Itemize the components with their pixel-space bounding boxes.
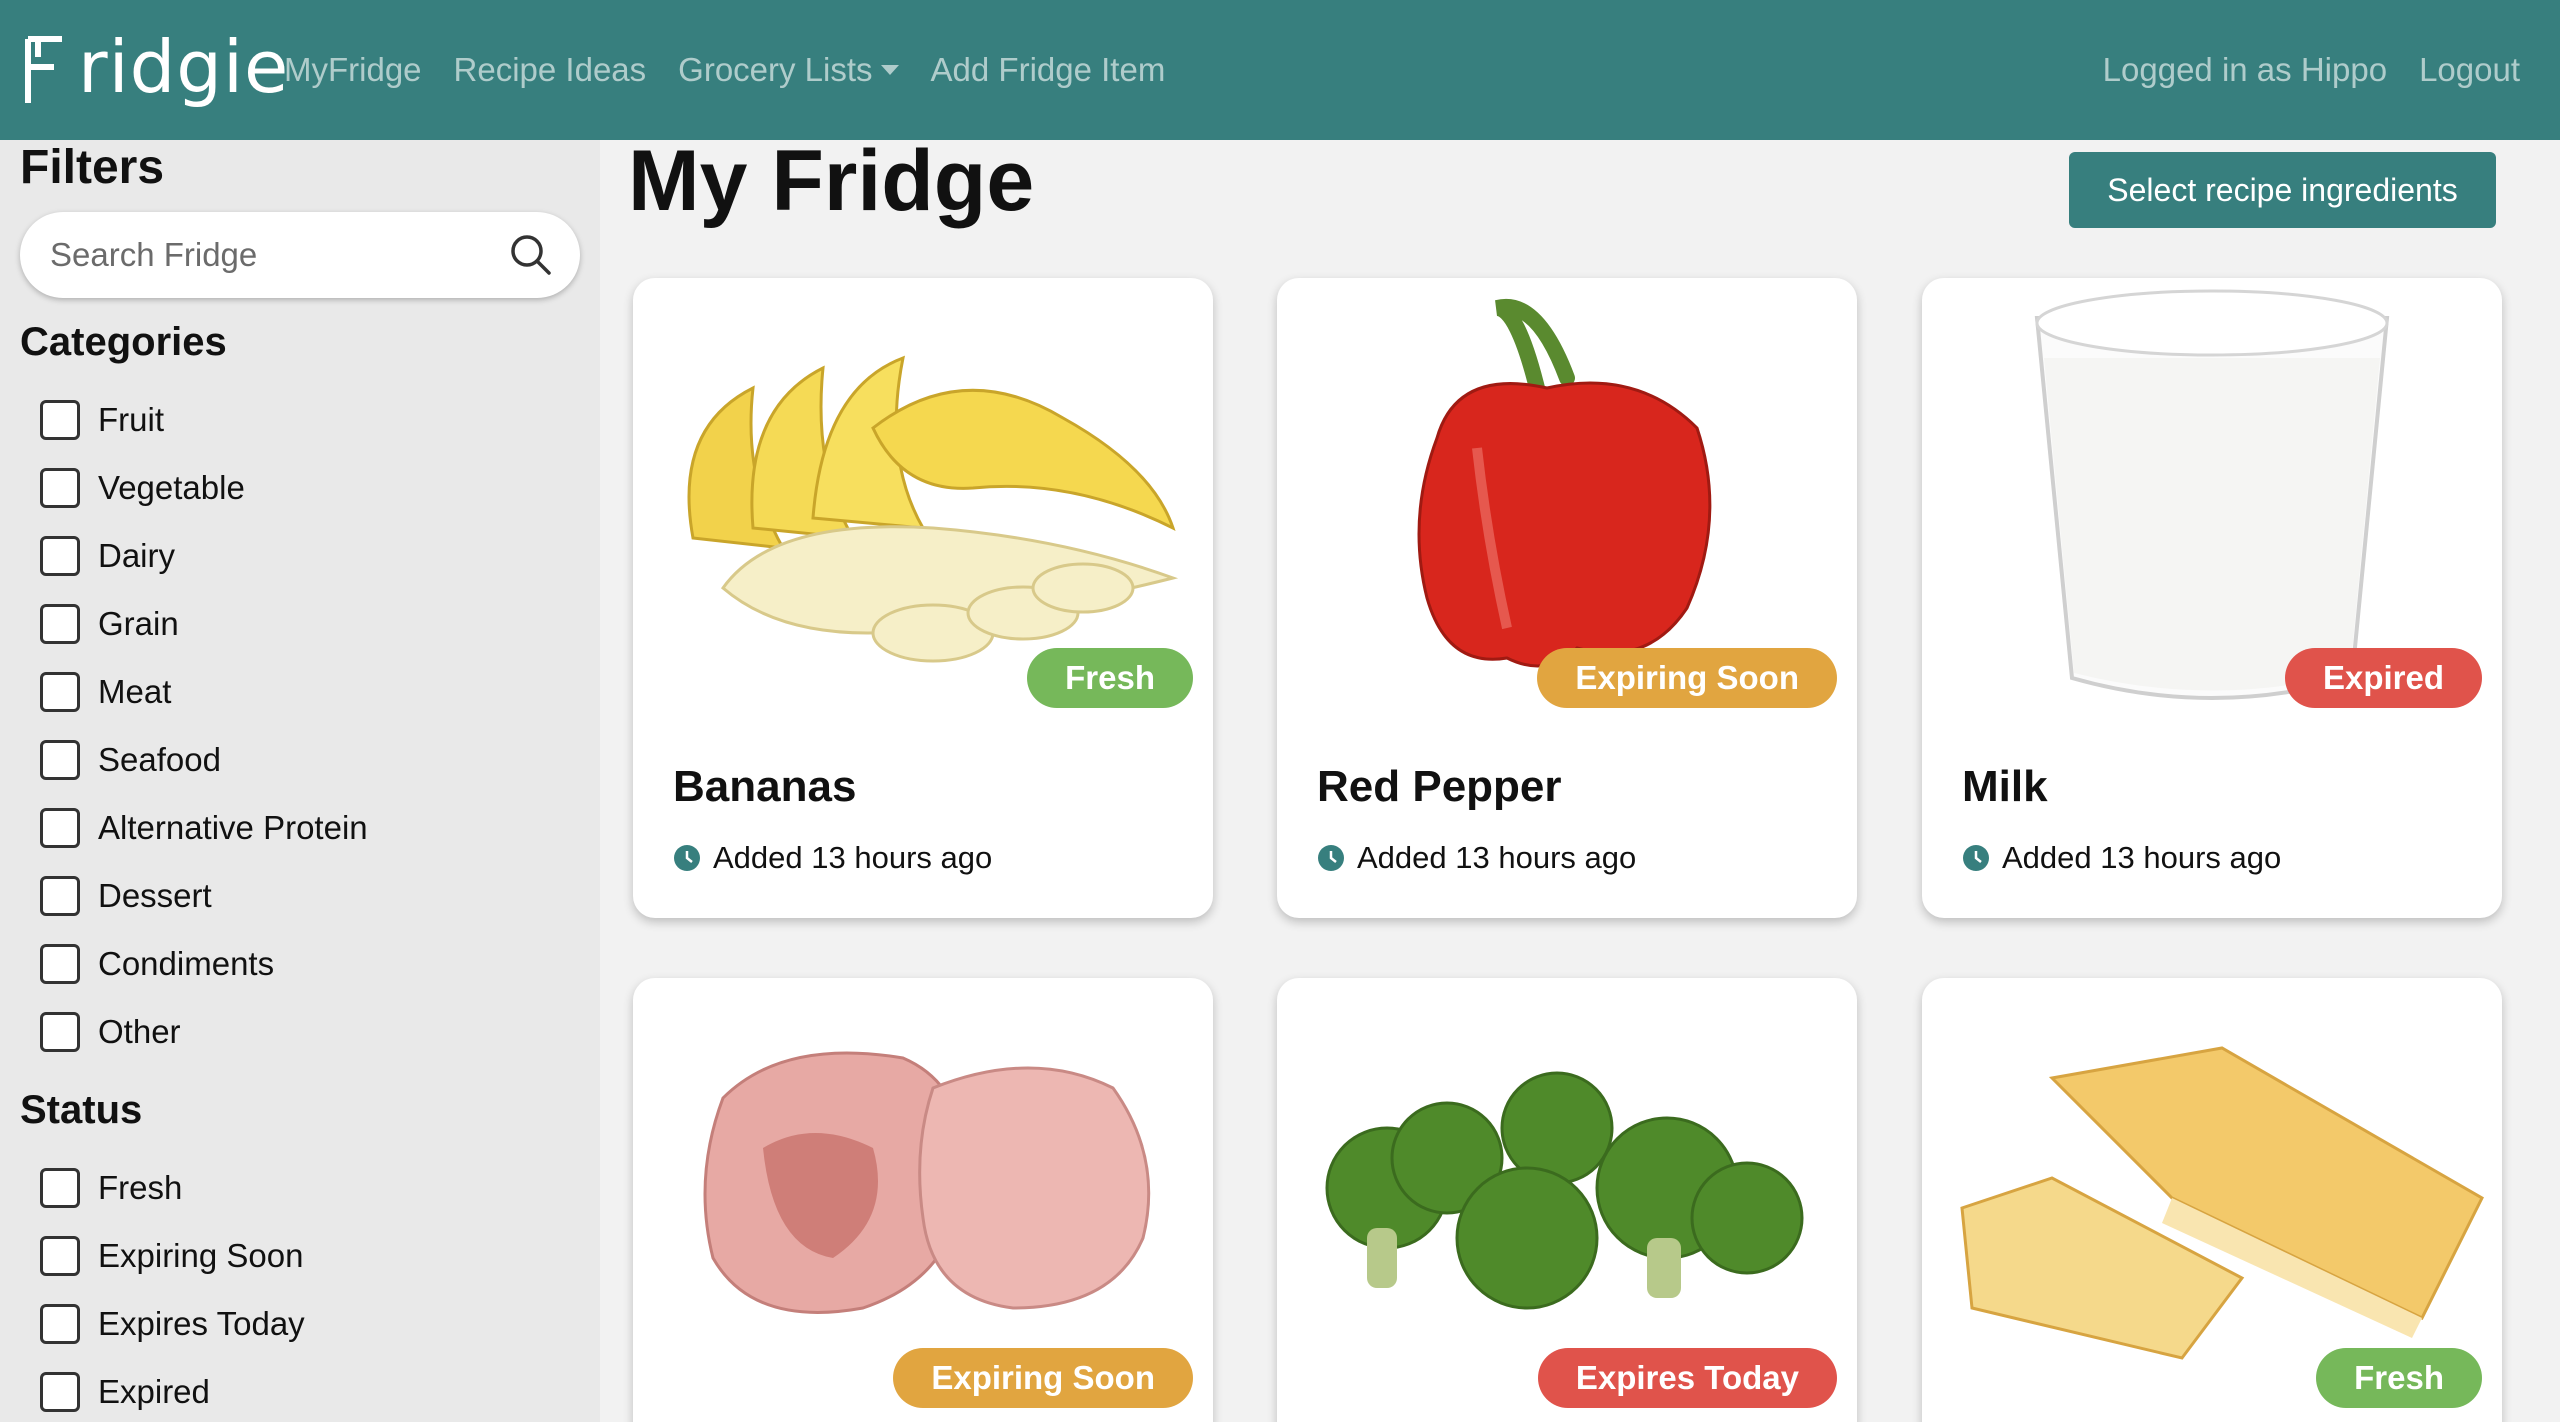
page-title: My Fridge (628, 133, 1035, 229)
brand-text: ridgie (78, 25, 290, 109)
checkbox[interactable] (40, 1304, 80, 1344)
status-expiring-soon[interactable]: Expiring Soon (40, 1234, 303, 1278)
category-meat[interactable]: Meat (40, 670, 171, 714)
nav-recipe-ideas[interactable]: Recipe Ideas (454, 51, 647, 89)
checkbox[interactable] (40, 1236, 80, 1276)
category-vegetable[interactable]: Vegetable (40, 466, 245, 510)
category-dessert[interactable]: Dessert (40, 874, 212, 918)
search-icon[interactable] (508, 232, 554, 278)
clock-icon (674, 845, 700, 871)
status-badge: Expiring Soon (893, 1348, 1193, 1408)
status-badge: Expiring Soon (1537, 648, 1837, 708)
checkbox[interactable] (40, 604, 80, 644)
fridge-item-card[interactable]: Expiring Soon (633, 978, 1213, 1422)
status-label: Fresh (98, 1169, 183, 1206)
fridge-item-card[interactable]: Fresh (1922, 978, 2502, 1422)
item-name: Milk (1962, 762, 2048, 811)
status-badge: Fresh (2316, 1348, 2482, 1408)
category-label: Fruit (98, 401, 164, 438)
brand-logo[interactable]: ridgie (22, 22, 289, 112)
item-added-text: Added 13 hours ago (2002, 840, 2282, 875)
filters-sidebar: Filters Categories Fruit Vegetable Dairy… (0, 140, 600, 1422)
category-label: Meat (98, 673, 172, 710)
fridge-item-card[interactable]: Expiring Soon Red Pepper Added 13 hours … (1277, 278, 1857, 918)
checkbox[interactable] (40, 944, 80, 984)
item-name: Red Pepper (1317, 762, 1562, 811)
checkbox[interactable] (40, 400, 80, 440)
pork-chops-image (703, 1051, 1151, 1314)
clock-icon (1963, 845, 1989, 871)
status-expired[interactable]: Expired (40, 1370, 210, 1414)
checkbox[interactable] (40, 536, 80, 576)
category-label: Vegetable (98, 469, 245, 506)
fridge-item-card[interactable]: Expired Milk Added 13 hours ago (1922, 278, 2502, 918)
clock-icon (1318, 845, 1344, 871)
category-dairy[interactable]: Dairy (40, 534, 175, 578)
nav-user[interactable]: Logged in as Hippo (2103, 51, 2387, 89)
category-label: Grain (98, 605, 179, 642)
pound-cake-image (1960, 1046, 2484, 1360)
status-fresh[interactable]: Fresh (40, 1166, 182, 1210)
category-label: Dessert (98, 877, 212, 914)
category-label: Other (98, 1013, 181, 1050)
search-input[interactable] (50, 236, 490, 274)
category-label: Alternative Protein (98, 809, 368, 846)
checkbox[interactable] (40, 672, 80, 712)
broccoli-image (1325, 1071, 1804, 1310)
search-box (20, 212, 580, 298)
nav-myfridge[interactable]: MyFridge (284, 51, 422, 89)
checkbox[interactable] (40, 808, 80, 848)
nav-add-fridge-item[interactable]: Add Fridge Item (931, 51, 1166, 89)
item-added: Added 13 hours ago (673, 840, 992, 876)
category-seafood[interactable]: Seafood (40, 738, 221, 782)
fridge-item-card[interactable]: Expires Today (1277, 978, 1857, 1422)
select-recipe-ingredients-button[interactable]: Select recipe ingredients (2069, 152, 2496, 228)
checkbox[interactable] (40, 1372, 80, 1412)
category-label: Seafood (98, 741, 221, 778)
red-pepper-image (1417, 298, 1712, 668)
category-other[interactable]: Other (40, 1010, 181, 1054)
nav-grocery-lists-label: Grocery Lists (678, 51, 873, 88)
category-alternative-protein[interactable]: Alternative Protein (40, 806, 368, 850)
category-fruit[interactable]: Fruit (40, 398, 164, 442)
checkbox[interactable] (40, 1012, 80, 1052)
status-label: Expiring Soon (98, 1237, 304, 1274)
nav-links: MyFridge Recipe Ideas Grocery Lists Add … (284, 0, 1197, 140)
item-added: Added 13 hours ago (1962, 840, 2281, 876)
fridge-item-card[interactable]: Fresh Bananas Added 13 hours ago (633, 278, 1213, 918)
status-badge: Fresh (1027, 648, 1193, 708)
category-grain[interactable]: Grain (40, 602, 179, 646)
milk-image (2034, 289, 2390, 700)
nav-right: Logged in as Hippo Logout (2071, 0, 2520, 140)
checkbox[interactable] (40, 740, 80, 780)
item-added-text: Added 13 hours ago (713, 840, 993, 875)
bananas-image (687, 355, 1179, 663)
filters-title: Filters (20, 141, 165, 194)
nav-grocery-lists[interactable]: Grocery Lists (678, 51, 899, 89)
category-condiments[interactable]: Condiments (40, 942, 274, 986)
category-label: Dairy (98, 537, 176, 574)
categories-title: Categories (20, 320, 227, 364)
checkbox[interactable] (40, 468, 80, 508)
category-label: Condiments (98, 945, 275, 982)
nav-logout[interactable]: Logout (2419, 51, 2520, 89)
status-label: Expires Today (98, 1305, 305, 1342)
status-label: Expired (98, 1373, 210, 1410)
fridge-logo-icon (25, 36, 62, 103)
chevron-down-icon (880, 65, 899, 75)
navbar: ridgie MyFridge Recipe Ideas Grocery Lis… (0, 0, 2560, 140)
item-name: Bananas (673, 762, 857, 811)
item-added: Added 13 hours ago (1317, 840, 1636, 876)
status-badge: Expires Today (1537, 1348, 1837, 1408)
checkbox[interactable] (40, 1168, 80, 1208)
status-expires-today[interactable]: Expires Today (40, 1302, 305, 1346)
status-badge: Expired (2284, 648, 2482, 708)
status-title: Status (20, 1088, 143, 1132)
item-added-text: Added 13 hours ago (1357, 840, 1637, 875)
checkbox[interactable] (40, 876, 80, 916)
